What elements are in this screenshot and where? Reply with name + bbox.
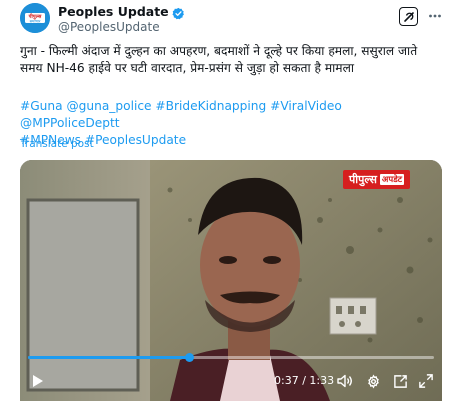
play-icon[interactable] (28, 370, 48, 392)
watermark-sub: अपडेट (379, 174, 405, 185)
tweet-text: गुना - फिल्मी अंदाज में दुल्हन का अपहरण,… (20, 44, 418, 75)
video-controls: 0:37 / 1:33 (20, 368, 442, 394)
avatar[interactable]: पीपुल्स समाचार (20, 3, 50, 33)
video-time: 0:37 / 1:33 (274, 374, 335, 387)
grok-icon[interactable] (399, 7, 418, 26)
more-icon[interactable] (428, 8, 442, 24)
hashtags-line-1[interactable]: #Guna @guna_police #BrideKidnapping #Vir… (20, 98, 440, 132)
video-frame (20, 160, 442, 401)
video-player[interactable]: पीपुल्स अपडेट 0:37 / 1:33 (20, 160, 442, 401)
settings-icon[interactable] (364, 370, 382, 392)
picture-in-picture-icon[interactable] (391, 370, 409, 392)
video-progress-fill (28, 356, 190, 359)
translate-post-link[interactable]: Translate post (20, 138, 94, 150)
volume-icon[interactable] (336, 370, 354, 392)
video-progress-handle[interactable] (184, 353, 194, 362)
channel-watermark: पीपुल्स अपडेट (343, 170, 411, 189)
display-name[interactable]: Peoples Update (58, 4, 169, 19)
account-name-row[interactable]: Peoples Update (58, 4, 185, 20)
avatar-text-bottom: समाचार (30, 18, 41, 23)
account-handle[interactable]: @PeoplesUpdate (58, 20, 160, 34)
watermark-main: पीपुल्स (349, 173, 377, 186)
fullscreen-icon[interactable] (417, 370, 435, 392)
video-progress-bar[interactable] (28, 353, 434, 362)
verified-badge-icon (172, 5, 185, 20)
